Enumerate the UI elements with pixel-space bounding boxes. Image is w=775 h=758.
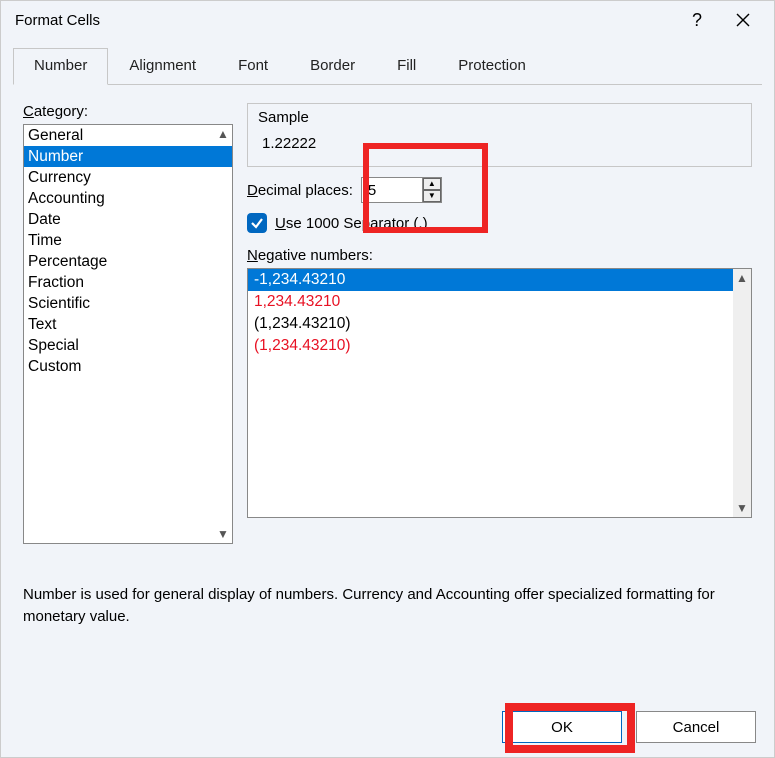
category-description: Number is used for general display of nu… [23,584,752,628]
ok-button[interactable]: OK [502,711,622,743]
decimal-spinner[interactable]: ▲ ▼ [361,177,442,203]
category-item-number[interactable]: Number [24,146,232,167]
category-item-scientific[interactable]: Scientific [24,293,232,314]
category-item-date[interactable]: Date [24,209,232,230]
negative-listbox[interactable]: -1,234.43210 1,234.43210 (1,234.43210) (… [247,268,752,518]
close-icon [736,13,750,27]
negative-label: Negative numbers: [247,247,752,264]
tab-content: Category: General Number Currency Accoun… [1,85,774,638]
negative-scrollbar[interactable]: ▲ ▼ [733,269,751,517]
negative-item-3[interactable]: (1,234.43210) [248,335,733,357]
category-scroll-down-icon[interactable]: ▼ [216,527,230,541]
category-scroll-up-icon[interactable]: ▲ [216,127,230,141]
dialog-buttons: OK Cancel [502,711,756,743]
category-item-percentage[interactable]: Percentage [24,251,232,272]
tab-strip: Number Alignment Font Border Fill Protec… [13,47,762,85]
negative-item-2[interactable]: (1,234.43210) [248,313,733,335]
negative-scroll-down-icon[interactable]: ▼ [735,501,749,515]
category-item-accounting[interactable]: Accounting [24,188,232,209]
separator-label: Use 1000 Separator (,) [275,215,428,232]
sample-label: Sample [258,109,741,126]
negative-item-0[interactable]: -1,234.43210 [248,269,733,291]
category-listbox[interactable]: General Number Currency Accounting Date … [23,124,233,544]
separator-row: Use 1000 Separator (,) [247,213,752,233]
category-item-special[interactable]: Special [24,335,232,356]
sample-value: 1.22222 [258,135,741,152]
sample-group: Sample 1.22222 [247,103,752,167]
tab-border[interactable]: Border [289,48,376,85]
category-item-text[interactable]: Text [24,314,232,335]
category-item-custom[interactable]: Custom [24,356,232,377]
titlebar: Format Cells ? [1,1,774,39]
decimal-up-button[interactable]: ▲ [423,178,441,190]
decimal-input[interactable] [362,178,422,202]
format-cells-dialog: Format Cells ? Number Alignment Font Bor… [0,0,775,758]
category-item-time[interactable]: Time [24,230,232,251]
category-item-currency[interactable]: Currency [24,167,232,188]
decimal-down-button[interactable]: ▼ [423,190,441,202]
category-item-general[interactable]: General [24,125,232,146]
category-item-fraction[interactable]: Fraction [24,272,232,293]
use-separator-checkbox[interactable] [247,213,267,233]
close-button[interactable] [720,5,766,35]
negative-scroll-up-icon[interactable]: ▲ [735,271,749,285]
cancel-button[interactable]: Cancel [636,711,756,743]
tab-protection[interactable]: Protection [437,48,547,85]
tab-number[interactable]: Number [13,48,108,85]
dialog-title: Format Cells [15,12,674,29]
tab-font[interactable]: Font [217,48,289,85]
category-label: Category: [23,103,233,120]
decimal-row: Decimal places: ▲ ▼ [247,177,752,203]
decimal-label: Decimal places: [247,182,353,199]
check-icon [250,216,264,230]
help-button[interactable]: ? [674,5,720,35]
tab-alignment[interactable]: Alignment [108,48,217,85]
tab-fill[interactable]: Fill [376,48,437,85]
negative-item-1[interactable]: 1,234.43210 [248,291,733,313]
